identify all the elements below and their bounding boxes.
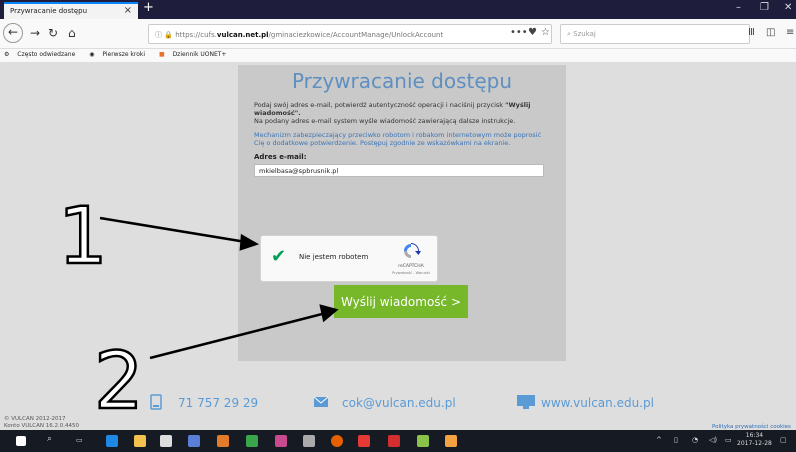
email-label: Adres e-mail: [254, 153, 307, 161]
firefox-icon: ◉ [89, 51, 97, 58]
monitor-icon [517, 395, 535, 409]
start-icon[interactable] [16, 436, 26, 446]
checkmark-icon[interactable]: ✔ [271, 246, 286, 267]
browser-tab[interactable]: Przywracanie dostępu × [4, 2, 138, 19]
envelope-icon [313, 396, 329, 407]
navigation-bar: ← → ↻ ⌂ ⓘ 🔒 https://cufs.vulcan.net.pl/g… [0, 19, 796, 49]
tray-keyboard-icon[interactable]: ▭ [725, 436, 732, 444]
url-bar[interactable]: ⓘ 🔒 https://cufs.vulcan.net.pl/gminaciez… [148, 24, 552, 44]
tray-network-icon[interactable]: ▯ [674, 436, 678, 444]
taskbar-clock[interactable]: 16:34 2017-12-28 [737, 432, 772, 448]
website-link[interactable]: www.vulcan.edu.pl [541, 396, 654, 410]
lock-icon[interactable]: 🔒 [164, 31, 173, 39]
phone-number: 71 757 29 29 [178, 396, 259, 410]
back-arrow-icon[interactable]: ← [3, 23, 23, 43]
captcha-label: Nie jestem robotem [299, 253, 369, 261]
contact-email-link[interactable]: cok@vulcan.edu.pl [342, 396, 456, 410]
notifications-icon[interactable]: ▢ [780, 436, 787, 444]
bookmarks-bar: ⚙ Często odwiedzane ◉ Pierwsze kroki ■ D… [0, 49, 796, 62]
captcha-terms-link[interactable]: Prywatność - Warunki [387, 271, 435, 275]
email-field[interactable] [254, 164, 544, 177]
edge-icon[interactable] [106, 435, 118, 447]
tray-chevron-icon[interactable]: ^ [656, 436, 662, 444]
app-icon-3[interactable] [246, 435, 258, 447]
new-tab-button[interactable]: + [143, 0, 154, 15]
close-window-icon[interactable]: ✕ [784, 2, 792, 13]
recaptcha-widget[interactable]: ✔ Nie jestem robotem reCAPTCHA Prywatnoś… [260, 235, 438, 282]
search-taskbar-icon[interactable]: ⌕ [47, 434, 52, 444]
tray-volume-icon[interactable]: ◁) [709, 436, 717, 444]
captcha-brand: reCAPTCHA [398, 264, 424, 269]
search-placeholder: Szukaj [573, 30, 596, 38]
mechanism-text: Mechanizm zabezpieczający przeciwko robo… [254, 131, 542, 147]
page-content: Przywracanie dostępu Podaj swój adres e-… [0, 62, 796, 430]
app-icon-2[interactable] [217, 435, 229, 447]
instructions-text: Podaj swój adres e-mail, potwierdź auten… [254, 101, 531, 125]
tab-bar: Przywracanie dostępu × + – ❐ ✕ [0, 0, 796, 19]
bookmark-uonet[interactable]: ■ Dziennik UONET+ [159, 51, 232, 58]
gear-icon: ⚙ [4, 51, 12, 58]
file-explorer-icon[interactable] [134, 435, 146, 447]
app-icon-6[interactable] [417, 435, 429, 447]
task-view-icon[interactable]: ▭ [76, 436, 83, 444]
uonet-icon: ■ [158, 51, 167, 58]
search-input[interactable]: ⌕ Szukaj [560, 24, 750, 44]
home-icon[interactable]: ⌂ [68, 26, 76, 40]
unlock-account-card: Przywracanie dostępu Podaj swój adres e-… [238, 65, 566, 361]
app-icon-7[interactable] [445, 435, 457, 447]
page-actions-icon[interactable]: ••• [510, 27, 528, 38]
firefox-taskbar-icon[interactable] [331, 435, 343, 447]
windows-taskbar: ⌕ ▭ ^ ▯ ◔ ◁) ▭ 16:34 2017-12-28 ▢ [0, 430, 796, 452]
app-icon-1[interactable] [188, 435, 200, 447]
send-message-button[interactable]: Wyślij wiadomość > [334, 285, 468, 318]
menu-icon[interactable]: ≡ [786, 27, 794, 38]
store-icon[interactable] [160, 435, 172, 447]
pocket-icon[interactable]: ♥ [528, 27, 537, 38]
reload-icon[interactable]: ↻ [48, 26, 58, 40]
sidebar-icon[interactable]: ◫ [766, 27, 775, 38]
maximize-icon[interactable]: ❐ [760, 2, 769, 13]
info-icon[interactable]: ⓘ [155, 31, 162, 39]
url-path: /gminaciezkowice/AccountManage/UnlockAcc… [268, 31, 444, 39]
tab-close-icon[interactable]: × [124, 5, 132, 16]
bookmark-star-icon[interactable]: ☆ [541, 27, 550, 38]
bookmark-frequent[interactable]: ⚙ Często odwiedzane [4, 51, 81, 58]
tray-wifi-icon[interactable]: ◔ [692, 436, 698, 444]
page-title: Przywracanie dostępu [291, 69, 513, 93]
tab-title: Przywracanie dostępu [10, 7, 88, 15]
minimize-icon[interactable]: – [736, 2, 741, 13]
filezilla-icon[interactable] [388, 435, 400, 447]
app-icon-4[interactable] [275, 435, 287, 447]
url-prefix: https://cufs. [175, 31, 217, 39]
bookmark-first-steps[interactable]: ◉ Pierwsze kroki [89, 51, 151, 58]
url-domain: vulcan.net.pl [216, 31, 269, 39]
forward-arrow-icon[interactable]: → [30, 26, 40, 40]
copyright-text: © VULCAN 2012-2017 Konto VULCAN 16.2.0.4… [4, 416, 80, 429]
recaptcha-logo-icon [404, 243, 421, 258]
app-icon-5[interactable] [358, 435, 370, 447]
library-icon[interactable]: Ⅲ [748, 27, 755, 38]
calculator-icon[interactable] [303, 435, 315, 447]
phone-icon [150, 394, 162, 410]
